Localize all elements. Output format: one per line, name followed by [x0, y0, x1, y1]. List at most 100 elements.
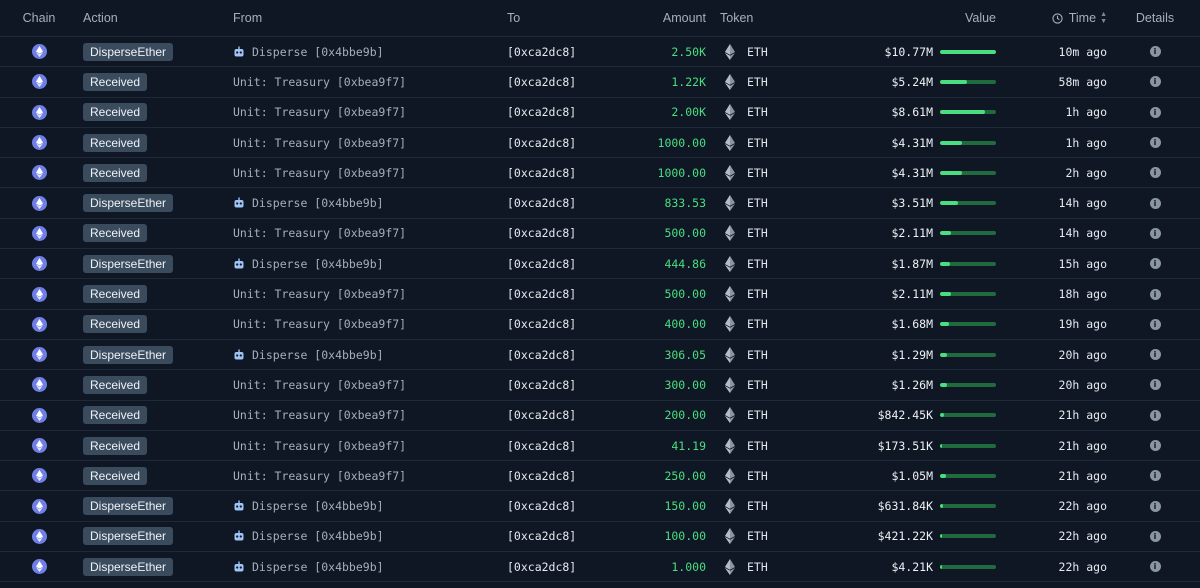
from-address[interactable]: Disperse [0x4bbe9b]	[252, 45, 384, 59]
info-icon[interactable]: i	[1149, 137, 1161, 149]
table-row[interactable]: DisperseEther Disperse [0x4bbe9b] [0xca2…	[0, 552, 1200, 583]
from-address[interactable]: Unit: Treasury [0xbea9f7]	[233, 287, 406, 301]
token-cell[interactable]: ETH	[720, 188, 820, 217]
table-row[interactable]: Received Unit: Treasury [0xbea9f7] [0xca…	[0, 67, 1200, 98]
token-cell[interactable]: ETH	[720, 552, 820, 581]
info-icon[interactable]: i	[1149, 379, 1161, 391]
from-address[interactable]: Disperse [0x4bbe9b]	[252, 560, 384, 574]
from-address[interactable]: Disperse [0x4bbe9b]	[252, 499, 384, 513]
from-cell[interactable]: Unit: Treasury [0xbea9f7]	[233, 310, 503, 339]
table-row[interactable]: Received Unit: Treasury [0xbea9f7] [0xca…	[0, 158, 1200, 189]
ethereum-icon[interactable]	[31, 195, 47, 211]
info-icon[interactable]: i	[1149, 409, 1161, 421]
token-symbol[interactable]: ETH	[747, 408, 768, 422]
info-icon[interactable]: i	[1149, 197, 1161, 209]
from-address[interactable]: Disperse [0x4bbe9b]	[252, 348, 384, 362]
ethereum-icon[interactable]	[31, 316, 47, 332]
token-cell[interactable]: ETH	[720, 310, 820, 339]
token-cell[interactable]: ETH	[720, 491, 820, 520]
from-address[interactable]: Unit: Treasury [0xbea9f7]	[233, 105, 406, 119]
from-address[interactable]: Unit: Treasury [0xbea9f7]	[233, 226, 406, 240]
info-icon[interactable]: i	[1149, 530, 1161, 542]
to-address[interactable]: [0xca2dc8]	[507, 348, 576, 362]
sort-icon[interactable]: ▲ ▼	[1100, 11, 1107, 25]
to-address[interactable]: [0xca2dc8]	[507, 105, 576, 119]
info-icon[interactable]: i	[1149, 106, 1161, 118]
table-row[interactable]: DisperseEther Disperse [0x4bbe9b] [0xca2…	[0, 522, 1200, 553]
from-cell[interactable]: Disperse [0x4bbe9b]	[233, 249, 503, 278]
table-row[interactable]: Received Unit: Treasury [0xbea9f7] [0xca…	[0, 128, 1200, 159]
from-cell[interactable]: Unit: Treasury [0xbea9f7]	[233, 158, 503, 187]
from-address[interactable]: Unit: Treasury [0xbea9f7]	[233, 317, 406, 331]
to-address[interactable]: [0xca2dc8]	[507, 226, 576, 240]
to-address[interactable]: [0xca2dc8]	[507, 45, 576, 59]
from-cell[interactable]: Disperse [0x4bbe9b]	[233, 340, 503, 369]
header-from[interactable]: From	[233, 0, 503, 36]
from-address[interactable]: Unit: Treasury [0xbea9f7]	[233, 75, 406, 89]
from-address[interactable]: Unit: Treasury [0xbea9f7]	[233, 408, 406, 422]
ethereum-icon[interactable]	[31, 559, 47, 575]
table-row[interactable]: Received Unit: Treasury [0xbea9f7] [0xca…	[0, 431, 1200, 462]
from-address[interactable]: Unit: Treasury [0xbea9f7]	[233, 439, 406, 453]
header-token[interactable]: Token	[720, 0, 820, 36]
table-row[interactable]: Received Unit: Treasury [0xbea9f7] [0xca…	[0, 401, 1200, 431]
token-symbol[interactable]: ETH	[747, 348, 768, 362]
info-icon[interactable]: i	[1149, 167, 1161, 179]
token-cell[interactable]: ETH	[720, 431, 820, 460]
from-cell[interactable]: Unit: Treasury [0xbea9f7]	[233, 370, 503, 399]
ethereum-icon[interactable]	[31, 377, 47, 393]
token-cell[interactable]: ETH	[720, 158, 820, 187]
info-icon[interactable]: i	[1149, 288, 1161, 300]
token-cell[interactable]: ETH	[720, 370, 820, 399]
to-address[interactable]: [0xca2dc8]	[507, 408, 576, 422]
token-symbol[interactable]: ETH	[747, 45, 768, 59]
token-symbol[interactable]: ETH	[747, 105, 768, 119]
table-row[interactable]: Received Unit: Treasury [0xbea9f7] [0xca…	[0, 219, 1200, 250]
from-cell[interactable]: Disperse [0x4bbe9b]	[233, 552, 503, 581]
info-icon[interactable]: i	[1149, 318, 1161, 330]
info-icon[interactable]: i	[1149, 561, 1161, 573]
info-icon[interactable]: i	[1149, 46, 1161, 58]
from-cell[interactable]: Unit: Treasury [0xbea9f7]	[233, 219, 503, 248]
to-address[interactable]: [0xca2dc8]	[507, 378, 576, 392]
from-cell[interactable]: Disperse [0x4bbe9b]	[233, 37, 503, 66]
to-address[interactable]: [0xca2dc8]	[507, 287, 576, 301]
header-chain[interactable]: Chain	[0, 0, 78, 36]
to-address[interactable]: [0xca2dc8]	[507, 317, 576, 331]
table-row[interactable]: DisperseEther Disperse [0x4bbe9b] [0xca2…	[0, 340, 1200, 371]
header-action[interactable]: Action	[83, 0, 223, 36]
info-icon[interactable]: i	[1149, 227, 1161, 239]
to-address[interactable]: [0xca2dc8]	[507, 196, 576, 210]
token-symbol[interactable]: ETH	[747, 317, 768, 331]
from-cell[interactable]: Unit: Treasury [0xbea9f7]	[233, 401, 503, 430]
ethereum-icon[interactable]	[31, 135, 47, 151]
table-row[interactable]: DisperseEther Disperse [0x4bbe9b] [0xca2…	[0, 37, 1200, 68]
info-icon[interactable]: i	[1149, 349, 1161, 361]
to-address[interactable]: [0xca2dc8]	[507, 75, 576, 89]
to-address[interactable]: [0xca2dc8]	[507, 439, 576, 453]
token-symbol[interactable]: ETH	[747, 287, 768, 301]
from-cell[interactable]: Unit: Treasury [0xbea9f7]	[233, 98, 503, 127]
token-symbol[interactable]: ETH	[747, 166, 768, 180]
header-amount[interactable]: Amount	[600, 0, 706, 36]
ethereum-icon[interactable]	[31, 407, 47, 423]
ethereum-icon[interactable]	[31, 286, 47, 302]
ethereum-icon[interactable]	[31, 528, 47, 544]
token-cell[interactable]: ETH	[720, 98, 820, 127]
token-symbol[interactable]: ETH	[747, 439, 768, 453]
token-symbol[interactable]: ETH	[747, 257, 768, 271]
token-symbol[interactable]: ETH	[747, 499, 768, 513]
header-value[interactable]: Value	[830, 0, 996, 36]
token-cell[interactable]: ETH	[720, 219, 820, 248]
from-address[interactable]: Unit: Treasury [0xbea9f7]	[233, 378, 406, 392]
info-icon[interactable]: i	[1149, 76, 1161, 88]
ethereum-icon[interactable]	[31, 347, 47, 363]
info-icon[interactable]: i	[1149, 258, 1161, 270]
info-icon[interactable]: i	[1149, 440, 1161, 451]
token-symbol[interactable]: ETH	[747, 469, 768, 483]
from-cell[interactable]: Disperse [0x4bbe9b]	[233, 491, 503, 520]
header-time[interactable]: Time ▲ ▼	[1020, 0, 1107, 36]
token-cell[interactable]: ETH	[720, 37, 820, 66]
from-address[interactable]: Unit: Treasury [0xbea9f7]	[233, 469, 406, 483]
from-address[interactable]: Unit: Treasury [0xbea9f7]	[233, 166, 406, 180]
